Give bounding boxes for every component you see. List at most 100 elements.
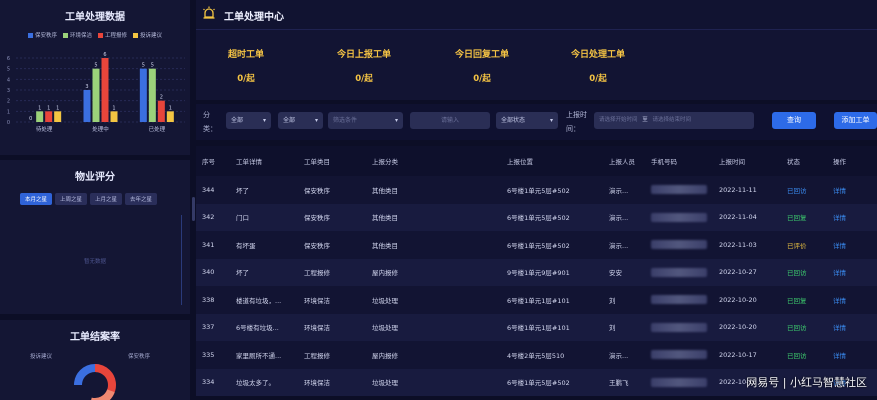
tab-last-month-star[interactable]: 上月之星 bbox=[90, 193, 123, 205]
close-rate-donut bbox=[74, 364, 116, 400]
y-tick-label: 4 bbox=[7, 77, 10, 83]
table-cell: 2022-10-27 bbox=[713, 258, 781, 286]
table-cell: 垃圾处理 bbox=[366, 286, 501, 314]
phone-cell-redacted bbox=[645, 341, 713, 369]
ticket-table: 序号 工单详情 工单类目 上报分类 上报位置 上报人员 手机号码 上报时间 状态 操作 344 坏了… bbox=[196, 146, 877, 396]
alarm-icon bbox=[203, 6, 215, 19]
table-cell: 6号楼1单元5层#502 bbox=[501, 203, 603, 231]
close-rate-panel: 工单结案率 投诉建议 保安秩序 bbox=[0, 320, 190, 400]
table-row[interactable]: 338 楼道有垃圾，... 环境保洁 垃圾处理 6号楼1单元1层#101 刘 2022-10… bbox=[196, 286, 877, 314]
status-select-value: 全部状态 bbox=[501, 117, 526, 124]
status-cell: 已回复 bbox=[781, 203, 827, 231]
stat-replied-today-label: 今日回复工单 bbox=[454, 50, 509, 60]
table-cell: 环境保洁 bbox=[298, 286, 366, 314]
y-tick-label: 5 bbox=[7, 67, 10, 73]
legend-item: 保安秩序 bbox=[27, 31, 57, 39]
table-cell: 6号楼1单元1层#101 bbox=[501, 313, 603, 341]
chevron-down-icon: ▾ bbox=[549, 117, 553, 124]
category-select-1[interactable]: 全部 ▾ bbox=[226, 112, 271, 129]
bar-value-label: 5 bbox=[151, 63, 154, 69]
table-cell: 坏了 bbox=[230, 176, 298, 204]
bar-value-label: 1 bbox=[47, 105, 50, 111]
redacted-phone bbox=[651, 295, 707, 305]
bar-value-label: 6 bbox=[103, 52, 106, 58]
table-cell: 2022-11-04 bbox=[713, 203, 781, 231]
bar-value-label: 1 bbox=[38, 105, 41, 111]
table-row[interactable]: 344 坏了 保安秩序 其他类目 6号楼1单元5层#502 演示... 2022-11-11… bbox=[196, 176, 877, 204]
table-cell: 工程报修 bbox=[298, 258, 366, 286]
close-rate-title: 工单结案率 bbox=[70, 332, 120, 343]
keyword-input[interactable]: 请输入 bbox=[410, 112, 490, 129]
bar-0-3 bbox=[54, 111, 62, 122]
phone-cell-redacted bbox=[645, 313, 713, 341]
bar-value-label: 1 bbox=[112, 105, 115, 111]
table-row[interactable]: 342 门口 保安秩序 其他类目 6号楼1单元5层#502 演示... 2022-11-04… bbox=[196, 203, 877, 231]
detail-link[interactable]: 详情 bbox=[827, 341, 877, 369]
table-row[interactable]: 337 6号楼有垃圾... 环境保洁 垃圾处理 6号楼1单元1层#101 刘 2022-10… bbox=[196, 313, 877, 341]
redacted-phone bbox=[651, 267, 707, 277]
category-label-bottom: 类： bbox=[203, 125, 217, 133]
category-select-2[interactable]: 全部 ▾ bbox=[278, 112, 323, 129]
table-cell: 王鹏飞 bbox=[603, 368, 645, 396]
table-cell: 演示... bbox=[603, 341, 645, 369]
bar-2-2 bbox=[157, 100, 165, 122]
column-header: 工单详情 bbox=[230, 146, 298, 176]
column-header: 上报位置 bbox=[501, 146, 603, 176]
status-select[interactable]: 全部状态 ▾ bbox=[496, 112, 558, 129]
column-header: 上报人员 bbox=[603, 146, 645, 176]
table-cell: 其他类目 bbox=[366, 203, 501, 231]
add-ticket-button[interactable]: 添加工单 bbox=[834, 112, 877, 129]
donut-label-security: 保安秩序 bbox=[128, 354, 151, 360]
detail-link[interactable]: 详情 bbox=[827, 231, 877, 259]
detail-link[interactable]: 详情 bbox=[827, 258, 877, 286]
table-cell: 演示... bbox=[603, 176, 645, 204]
table-cell: 保安秩序 bbox=[298, 231, 366, 259]
redacted-phone bbox=[651, 322, 707, 332]
x-category-label: 待处理 bbox=[36, 125, 53, 133]
bar-value-label: 1 bbox=[56, 105, 59, 111]
table-cell: 工程报修 bbox=[298, 341, 366, 369]
detail-link[interactable]: 详情 bbox=[827, 176, 877, 204]
table-cell: 屋内报修 bbox=[366, 258, 501, 286]
date-range-picker[interactable]: 请选择开始时间 至 请选择结束时间 bbox=[594, 112, 754, 129]
redacted-phone bbox=[651, 185, 707, 195]
tab-this-month-star[interactable]: 本月之星 bbox=[20, 193, 53, 205]
phone-cell-redacted bbox=[645, 368, 713, 396]
table-row[interactable]: 335 家里厕所不通... 工程报修 屋内报修 4号楼2单元5层510 演示... 2022… bbox=[196, 341, 877, 369]
table-row[interactable]: 341 有坏蛋 保安秩序 其他类目 6号楼1单元5层#502 演示... 2022-11-0… bbox=[196, 231, 877, 259]
donut-label-complaint: 投诉建议 bbox=[30, 354, 53, 360]
table-cell: 环境保洁 bbox=[298, 368, 366, 396]
table-cell: 家里厕所不通... bbox=[230, 341, 298, 369]
table-cell: 4号楼2单元5层510 bbox=[501, 341, 603, 369]
table-cell: 2022-10-20 bbox=[713, 286, 781, 314]
detail-link[interactable]: 详情 bbox=[827, 203, 877, 231]
y-tick-label: 6 bbox=[7, 56, 10, 62]
table-cell: 垃圾太多了。 bbox=[230, 368, 298, 396]
left-column: 工单处理数据 保安秩序 环境保洁 工程报修 投诉建议 6 5 4 3 2 1 0 0 1 1 1 待处理 3 5… bbox=[0, 0, 190, 400]
bar-value-label: 3 bbox=[85, 84, 88, 90]
panel-resize-handle[interactable] bbox=[192, 197, 195, 221]
table-cell: 335 bbox=[196, 341, 230, 369]
x-category-label: 已处理 bbox=[149, 125, 166, 133]
table-cell: 334 bbox=[196, 368, 230, 396]
bar-0-2 bbox=[45, 111, 53, 122]
legend-label: 投诉建议 bbox=[140, 33, 163, 39]
status-cell: 已回访 bbox=[781, 313, 827, 341]
detail-link[interactable]: 详情 bbox=[827, 313, 877, 341]
y-tick-label: 1 bbox=[7, 109, 10, 115]
category-select-2-value: 全部 bbox=[283, 117, 296, 124]
tab-last-year-star[interactable]: 去年之星 bbox=[125, 193, 158, 205]
condition-select[interactable]: 筛选条件 ▾ bbox=[328, 112, 403, 129]
table-cell: 屋内报修 bbox=[366, 341, 501, 369]
property-rating-panel: 物业评分 本月之星 上周之星 上月之星 去年之星 暂无数据 bbox=[0, 160, 190, 314]
bar-2-3 bbox=[166, 111, 174, 122]
bar-value-label: 5 bbox=[94, 63, 97, 69]
query-button[interactable]: 查询 bbox=[772, 112, 816, 129]
bar-value-label: 1 bbox=[169, 105, 172, 111]
stat-replied-today-value: 0/起 bbox=[473, 74, 491, 84]
phone-cell-redacted bbox=[645, 286, 713, 314]
tab-last-week-star[interactable]: 上周之星 bbox=[55, 193, 88, 205]
table-row[interactable]: 340 坏了 工程报修 屋内报修 9号楼1单元9层#901 安安 2022-10-27 已回访… bbox=[196, 258, 877, 286]
detail-link[interactable]: 详情 bbox=[827, 286, 877, 314]
table-cell: 安安 bbox=[603, 258, 645, 286]
